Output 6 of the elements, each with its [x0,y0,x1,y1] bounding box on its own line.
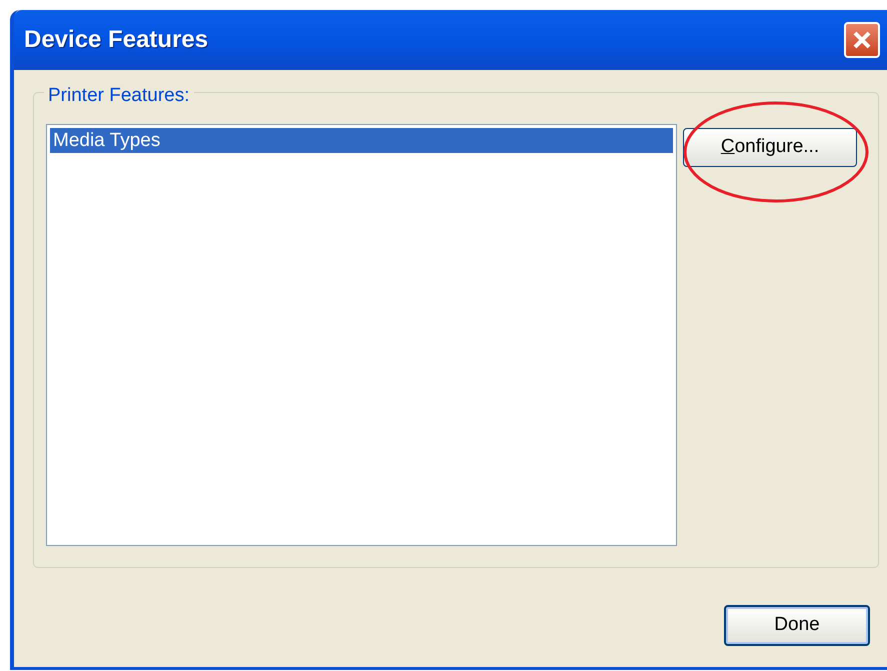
list-item[interactable]: Media Types [50,128,673,153]
window-title: Device Features [24,25,208,55]
done-button[interactable]: Done [724,605,870,646]
close-icon [852,30,872,50]
configure-button[interactable]: Configure... [683,128,857,167]
close-button[interactable] [844,22,880,58]
